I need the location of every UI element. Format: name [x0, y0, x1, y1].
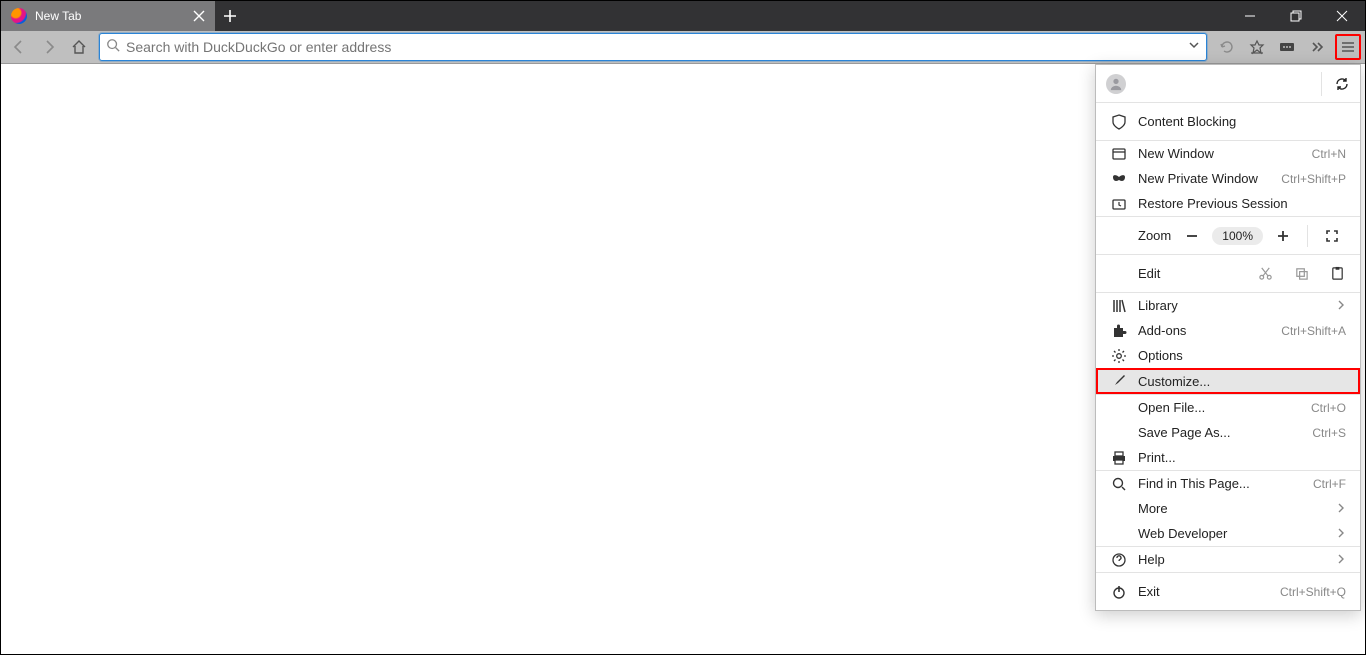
- menu-label: Save Page As...: [1138, 425, 1312, 440]
- paintbrush-icon: [1110, 373, 1128, 389]
- menu-shortcut: Ctrl+F: [1313, 477, 1346, 491]
- library-toolbar-button[interactable]: [1243, 33, 1271, 61]
- menu-zoom-row: Zoom 100%: [1096, 217, 1360, 254]
- menu-label: Open File...: [1138, 400, 1311, 415]
- menu-options[interactable]: Options: [1096, 343, 1360, 368]
- chevron-right-icon: [1336, 526, 1346, 541]
- menu-edit-row: Edit: [1096, 255, 1360, 292]
- menu-restore-session[interactable]: Restore Previous Session: [1096, 191, 1360, 216]
- cut-button[interactable]: [1256, 266, 1274, 281]
- menu-label: Print...: [1138, 450, 1346, 465]
- zoom-in-button[interactable]: [1269, 224, 1297, 248]
- search-icon: [106, 38, 120, 57]
- menu-help[interactable]: Help: [1096, 547, 1360, 572]
- menu-label: Web Developer: [1138, 526, 1336, 541]
- menu-label: Find in This Page...: [1138, 476, 1313, 491]
- sync-button[interactable]: [1321, 72, 1350, 96]
- chevron-right-icon: [1336, 298, 1346, 313]
- zoom-out-button[interactable]: [1178, 224, 1206, 248]
- menu-library[interactable]: Library: [1096, 293, 1360, 318]
- menu-addons[interactable]: Add-ons Ctrl+Shift+A: [1096, 318, 1360, 343]
- window-minimize-button[interactable]: [1227, 1, 1273, 31]
- menu-label: Customize...: [1138, 374, 1346, 389]
- firefox-favicon-icon: [11, 8, 27, 24]
- menu-find[interactable]: Find in This Page... Ctrl+F: [1096, 471, 1360, 496]
- menu-label: Exit: [1138, 584, 1280, 599]
- menu-shortcut: Ctrl+Shift+A: [1281, 324, 1346, 338]
- menu-label: Content Blocking: [1138, 114, 1346, 129]
- menu-label: Options: [1138, 348, 1346, 363]
- window-icon: [1110, 146, 1128, 162]
- menu-more[interactable]: More: [1096, 496, 1360, 521]
- menu-shortcut: Ctrl+Shift+P: [1281, 172, 1346, 186]
- urlbar-dropdown-icon[interactable]: [1188, 38, 1200, 56]
- zoom-value[interactable]: 100%: [1212, 227, 1263, 245]
- menu-print[interactable]: Print...: [1096, 445, 1360, 470]
- menu-open-file[interactable]: Open File... Ctrl+O: [1096, 395, 1360, 420]
- url-bar[interactable]: [99, 33, 1207, 61]
- tab-title: New Tab: [35, 9, 191, 23]
- menu-label: New Window: [1138, 146, 1312, 161]
- menu-shortcut: Ctrl+O: [1311, 401, 1346, 415]
- printer-icon: [1110, 450, 1128, 466]
- menu-new-private-window[interactable]: New Private Window Ctrl+Shift+P: [1096, 166, 1360, 191]
- menu-shortcut: Ctrl+S: [1312, 426, 1346, 440]
- menu-label: Add-ons: [1138, 323, 1281, 338]
- menu-exit[interactable]: Exit Ctrl+Shift+Q: [1096, 573, 1360, 610]
- shield-icon: [1110, 114, 1128, 130]
- gear-icon: [1110, 348, 1128, 364]
- help-icon: [1110, 552, 1128, 568]
- back-button[interactable]: [5, 33, 33, 61]
- reload-button[interactable]: [1213, 33, 1241, 61]
- app-menu-button[interactable]: [1335, 34, 1361, 60]
- menu-content-blocking[interactable]: Content Blocking: [1096, 103, 1360, 140]
- menu-shortcut: Ctrl+N: [1312, 147, 1346, 161]
- menu-label: Restore Previous Session: [1138, 196, 1346, 211]
- tab-close-button[interactable]: [191, 8, 207, 24]
- mask-icon: [1110, 171, 1128, 187]
- chevron-right-icon: [1336, 501, 1346, 516]
- address-input[interactable]: [126, 39, 1188, 55]
- window-restore-button[interactable]: [1273, 1, 1319, 31]
- menu-save-page[interactable]: Save Page As... Ctrl+S: [1096, 420, 1360, 445]
- fullscreen-button[interactable]: [1318, 224, 1346, 248]
- forward-button[interactable]: [35, 33, 63, 61]
- chevron-right-icon: [1336, 552, 1346, 567]
- puzzle-icon: [1110, 323, 1128, 339]
- titlebar: New Tab: [1, 1, 1365, 31]
- menu-shortcut: Ctrl+Shift+Q: [1280, 585, 1346, 599]
- window-close-button[interactable]: [1319, 1, 1365, 31]
- zoom-label: Zoom: [1138, 228, 1178, 243]
- copy-button[interactable]: [1292, 266, 1310, 281]
- power-icon: [1110, 584, 1128, 600]
- navigation-toolbar: [1, 31, 1365, 64]
- paste-button[interactable]: [1328, 266, 1346, 281]
- window-controls: [1227, 1, 1365, 31]
- menu-web-developer[interactable]: Web Developer: [1096, 521, 1360, 546]
- browser-tab[interactable]: New Tab: [1, 1, 215, 31]
- menu-label: New Private Window: [1138, 171, 1281, 186]
- account-row[interactable]: [1096, 65, 1360, 102]
- search-icon: [1110, 476, 1128, 492]
- menu-new-window[interactable]: New Window Ctrl+N: [1096, 141, 1360, 166]
- overflow-button[interactable]: [1303, 33, 1331, 61]
- menu-label: Library: [1138, 298, 1336, 313]
- restore-icon: [1110, 196, 1128, 212]
- app-menu-panel: Content Blocking New Window Ctrl+N New P…: [1095, 64, 1361, 611]
- menu-customize[interactable]: Customize...: [1096, 368, 1360, 394]
- new-tab-button[interactable]: [215, 1, 245, 31]
- page-actions-button[interactable]: [1273, 33, 1301, 61]
- home-button[interactable]: [65, 33, 93, 61]
- avatar-icon: [1106, 74, 1126, 94]
- menu-label: More: [1138, 501, 1336, 516]
- menu-label: Help: [1138, 552, 1336, 567]
- library-icon: [1110, 298, 1128, 314]
- edit-label: Edit: [1138, 266, 1256, 281]
